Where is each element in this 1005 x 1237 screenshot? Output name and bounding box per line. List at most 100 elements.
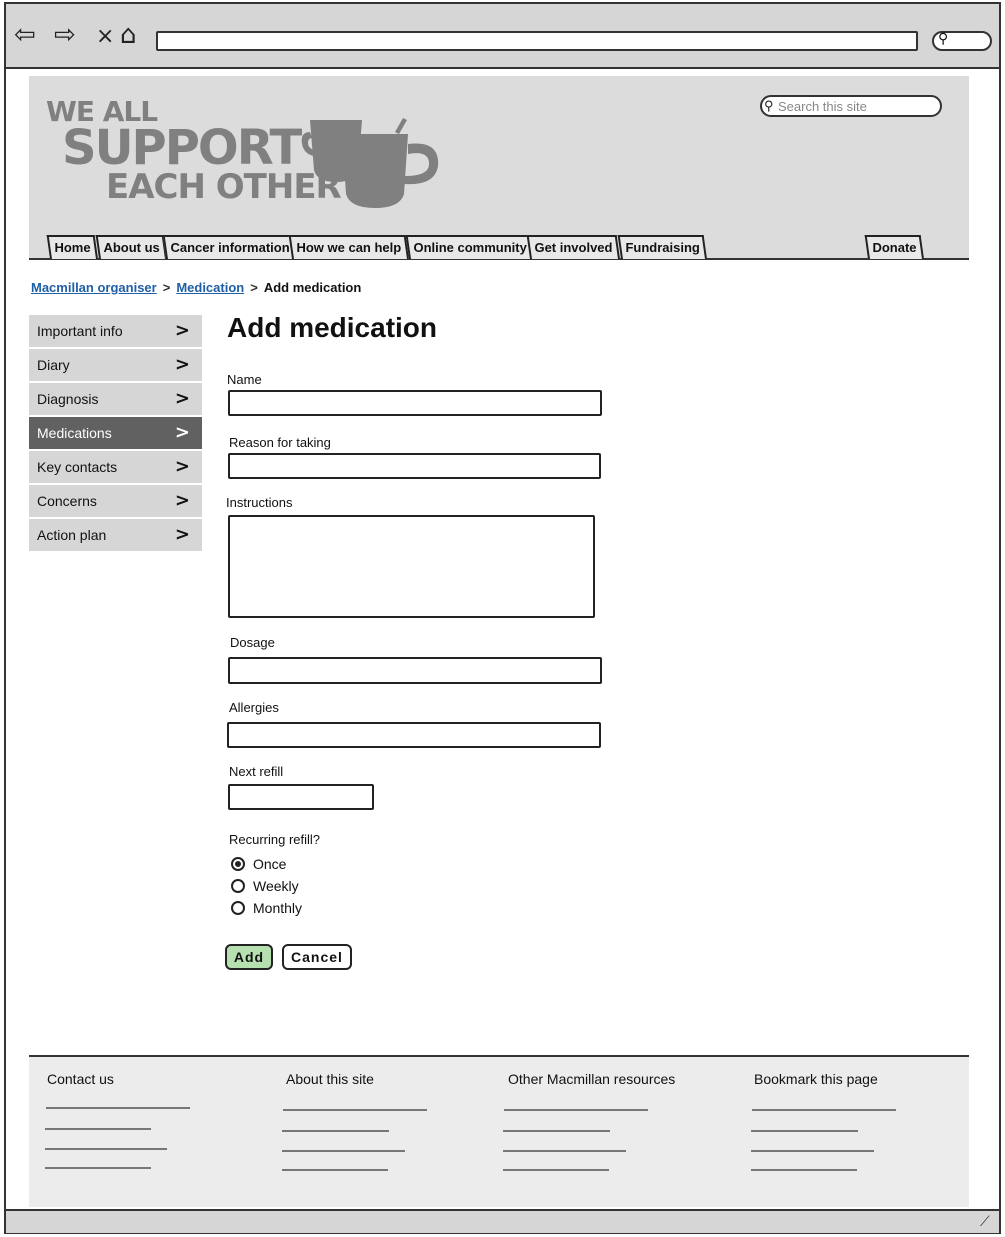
search-icon: ⚲ — [938, 30, 949, 46]
sidebar-item-action-plan[interactable]: Action plan > — [29, 519, 202, 551]
instructions-textarea[interactable] — [230, 517, 593, 616]
cancel-button[interactable]: Cancel — [282, 944, 352, 970]
footer-link-placeholder[interactable] — [751, 1169, 857, 1171]
footer-heading-about-site[interactable]: About this site — [286, 1071, 374, 1087]
footer-link-placeholder[interactable] — [282, 1169, 388, 1171]
instructions-field[interactable] — [228, 515, 595, 618]
radio-weekly[interactable]: Weekly — [231, 878, 299, 894]
tab-get-involved[interactable]: Get involved — [526, 235, 621, 259]
footer-link-placeholder[interactable] — [46, 1107, 190, 1109]
tab-fundraising[interactable]: Fundraising — [617, 235, 708, 259]
tab-about-us[interactable]: About us — [95, 235, 168, 259]
radio-label: Monthly — [253, 900, 303, 916]
radio-unchecked-icon[interactable] — [231, 879, 245, 893]
radio-monthly[interactable]: Monthly — [231, 900, 302, 916]
radio-checked-icon[interactable] — [231, 857, 245, 871]
footer-link-placeholder[interactable] — [503, 1150, 626, 1152]
dosage-label: Dosage — [230, 635, 275, 650]
next-refill-input[interactable] — [230, 786, 372, 808]
breadcrumb-separator-icon: > — [250, 280, 258, 295]
footer-link-placeholder[interactable] — [503, 1130, 610, 1132]
chevron-right-icon: > — [174, 320, 190, 341]
footer-link-placeholder[interactable] — [751, 1130, 858, 1132]
tab-how-we-can-help[interactable]: How we can help — [288, 235, 409, 259]
add-button[interactable]: Add — [225, 944, 273, 970]
sidebar-item-label: Important info — [37, 323, 123, 339]
tab-online-community[interactable]: Online community — [405, 235, 535, 259]
name-label: Name — [227, 372, 262, 387]
name-input[interactable] — [230, 392, 600, 414]
next-refill-label: Next refill — [229, 764, 284, 779]
page-title: Add medication — [227, 312, 438, 343]
sidebar-item-diary[interactable]: Diary > — [29, 349, 202, 381]
allergies-input[interactable] — [229, 724, 599, 746]
footer-heading-other-resources[interactable]: Other Macmillan resources — [508, 1071, 675, 1087]
dosage-input[interactable] — [230, 659, 600, 682]
forward-arrow-icon[interactable]: ⇨ — [54, 20, 76, 50]
breadcrumb-current: Add medication — [263, 280, 362, 295]
allergies-field[interactable] — [227, 722, 601, 748]
footer-link-placeholder[interactable] — [503, 1169, 609, 1171]
footer-link-placeholder[interactable] — [45, 1128, 151, 1130]
chevron-right-icon: > — [174, 388, 190, 409]
footer-link-placeholder[interactable] — [282, 1150, 405, 1152]
sidebar-item-label: Medications — [37, 425, 112, 441]
breadcrumb-separator-icon: > — [162, 280, 171, 295]
reason-label: Reason for taking — [229, 435, 331, 450]
footer-link-placeholder[interactable] — [504, 1109, 648, 1111]
chevron-right-icon: > — [174, 456, 190, 477]
allergies-label: Allergies — [229, 700, 279, 715]
chevron-right-icon: > — [174, 354, 190, 375]
sidebar-item-important-info[interactable]: Important info > — [29, 315, 202, 347]
home-icon[interactable]: ⌂ — [120, 20, 137, 50]
logo-line-2: SUPPORT — [62, 120, 302, 176]
name-field[interactable] — [228, 390, 602, 416]
reason-field[interactable] — [228, 453, 601, 479]
next-refill-field[interactable] — [228, 784, 374, 810]
chevron-right-icon: > — [174, 490, 190, 511]
chevron-right-icon: > — [174, 422, 190, 443]
site-search-input[interactable] — [778, 98, 928, 114]
breadcrumb-link-medication[interactable]: Medication — [176, 280, 244, 295]
tab-cancer-information[interactable]: Cancer information — [162, 235, 298, 259]
stop-icon[interactable]: × — [96, 22, 114, 52]
reason-input[interactable] — [230, 455, 599, 477]
sidebar-item-medications[interactable]: Medications > — [29, 417, 202, 449]
recurring-refill-label: Recurring refill? — [229, 832, 321, 847]
chevron-right-icon: > — [174, 524, 190, 545]
back-arrow-icon[interactable]: ⇦ — [14, 20, 36, 50]
donate-tab[interactable]: Donate — [864, 235, 925, 259]
footer-heading-bookmark[interactable]: Bookmark this page — [754, 1071, 878, 1087]
sidebar-item-label: Diagnosis — [37, 391, 99, 407]
sidebar-item-label: Key contacts — [37, 459, 118, 475]
sidebar-item-diagnosis[interactable]: Diagnosis > — [29, 383, 202, 415]
footer-link-placeholder[interactable] — [751, 1150, 874, 1152]
site-search-box[interactable]: ⚲ — [760, 95, 942, 117]
sidebar-item-concerns[interactable]: Concerns > — [29, 485, 202, 517]
footer-link-placeholder[interactable] — [752, 1109, 896, 1111]
address-bar[interactable] — [156, 31, 918, 51]
search-icon: ⚲ — [764, 98, 774, 113]
footer-link-placeholder[interactable] — [45, 1167, 151, 1169]
sidebar-item-label: Action plan — [37, 527, 107, 543]
radio-label: Once — [253, 856, 287, 872]
breadcrumb-link-organiser[interactable]: Macmillan organiser — [31, 280, 157, 295]
instructions-label: Instructions — [226, 495, 293, 510]
dosage-field[interactable] — [228, 657, 602, 684]
browser-status-bar — [6, 1209, 999, 1233]
sidebar-item-key-contacts[interactable]: Key contacts > — [29, 451, 202, 483]
radio-once[interactable]: Once — [231, 856, 286, 872]
radio-label: Weekly — [253, 878, 299, 894]
resize-grip-icon[interactable]: ⟋ — [980, 1213, 990, 1230]
sidebar-item-label: Diary — [37, 357, 70, 373]
sidebar-item-label: Concerns — [37, 493, 97, 509]
footer-heading-contact-us[interactable]: Contact us — [47, 1071, 114, 1087]
tab-home[interactable]: Home — [46, 235, 99, 259]
mugs-logo-icon — [301, 118, 439, 208]
radio-unchecked-icon[interactable] — [231, 901, 245, 915]
footer-link-placeholder[interactable] — [282, 1130, 389, 1132]
footer-link-placeholder[interactable] — [283, 1109, 427, 1111]
breadcrumb: Macmillan organiser > Medication > Add medic… — [31, 280, 361, 295]
footer-link-placeholder[interactable] — [45, 1148, 167, 1150]
browser-search-field[interactable]: ⚲ — [932, 30, 992, 51]
